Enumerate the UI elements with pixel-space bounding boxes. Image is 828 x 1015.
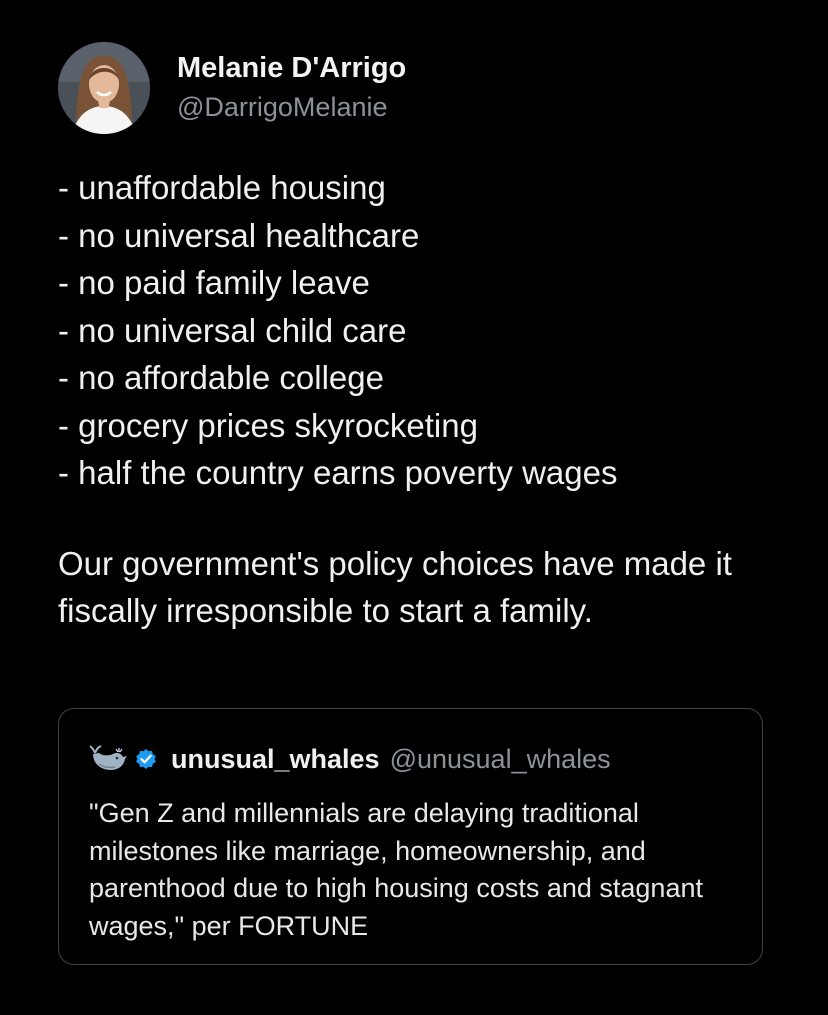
profile-photo-icon [58,42,150,134]
tweet-card: Melanie D'Arrigo @DarrigoMelanie - unaff… [0,0,828,1015]
verified-badge-icon [136,749,156,769]
list-item: - half the country earns poverty wages [58,454,618,491]
tweet-body: - unaffordable housing - no universal he… [58,164,798,635]
quoted-tweet-text: "Gen Z and millennials are delaying trad… [89,798,703,941]
quoted-author-handle[interactable]: @unusual_whales [390,744,611,775]
list-item: - unaffordable housing [58,169,386,206]
author-name[interactable]: Melanie D'Arrigo [177,52,406,85]
list-item: - no affordable college [58,359,384,396]
quoted-author-name[interactable]: unusual_whales [171,744,380,775]
list-item: - no universal child care [58,311,407,349]
list-item: - no universal healthcare [58,216,420,254]
author-avatar[interactable] [58,42,150,134]
quoted-tweet-header: unusual_whales @unusual_whales [89,742,611,776]
tweet-paragraph: Our government's policy choices have mad… [58,544,732,630]
quoted-tweet[interactable]: unusual_whales @unusual_whales "Gen Z an… [58,708,763,965]
whale-icon[interactable] [89,744,129,774]
list-item: - grocery prices skyrocketing [58,406,478,444]
author-handle[interactable]: @DarrigoMelanie [177,92,388,123]
list-item: - no paid family leave [58,264,370,301]
